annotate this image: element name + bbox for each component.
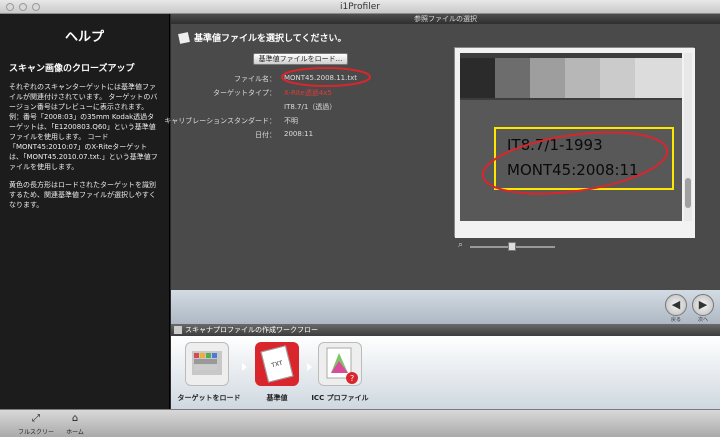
chevron-left-icon: ◀	[671, 298, 681, 311]
workflow-step-label: ターゲットをロード	[177, 394, 241, 402]
workflow-step-reference[interactable]: TXT	[255, 342, 299, 386]
field-value: 不明	[284, 117, 298, 125]
workflow-step-load-target[interactable]	[185, 342, 229, 386]
zoom-slider[interactable]: ⌕	[458, 240, 558, 252]
zoom-window-button[interactable]	[32, 3, 40, 11]
field-value: 2008:11	[284, 130, 314, 138]
home-button[interactable]: ⌂ ホーム	[62, 413, 88, 436]
zoom-slider-thumb[interactable]	[508, 242, 516, 251]
zoom-icon: ⌕	[458, 240, 464, 250]
back-button[interactable]: ◀	[665, 294, 687, 316]
workflow-steps: ターゲットをロード TXT 基準値 ? ICC プロファイル	[171, 336, 720, 409]
document-icon	[178, 32, 190, 44]
navigation-strip: ◀ 戻る ▶ 次へ	[171, 290, 720, 324]
help-paragraph-2: 黄色の長方形はロードされたターゲットを識別するため、関連基準値ファイルが選択しや…	[9, 181, 156, 209]
txt-file-icon: TXT	[260, 345, 294, 383]
help-panel: ヘルプ スキャン画像のクローズアップ それぞれのスキャンターゲットには基準値ファ…	[0, 14, 170, 409]
workflow-arrow	[242, 363, 247, 371]
next-label: 次へ	[698, 317, 709, 323]
field-label: ファイル名：	[234, 75, 276, 83]
target-chart-icon	[192, 351, 222, 375]
help-paragraph-1: それぞれのスキャンターゲットには基準値ファイルが関連付けされています。 ターゲッ…	[9, 83, 158, 171]
section-title: 基準値ファイルを選択してください。	[178, 31, 347, 44]
workflow-arrow	[307, 363, 312, 371]
section-title-text: 基準値ファイルを選択してください。	[194, 34, 347, 44]
svg-text:?: ?	[350, 374, 354, 383]
help-title: ヘルプ	[64, 30, 104, 45]
workflow-title: スキャナプロファイルの作成ワークフロー	[185, 326, 318, 334]
annotation-ellipse	[281, 67, 371, 87]
target-preview[interactable]: IT8.7/1-1993 MONT45:2008:11	[454, 47, 695, 238]
workflow-icon	[174, 326, 182, 334]
help-subtitle: スキャン画像のクローズアップ	[9, 64, 135, 74]
fullscreen-icon: ⤢	[32, 413, 40, 424]
field-label: 日付：	[255, 131, 276, 139]
field-value: IT8.7/1（透過）	[284, 103, 337, 111]
preview-text-line2: MONT45:2008:11	[507, 161, 639, 179]
icc-profile-icon: ?	[326, 347, 358, 384]
fullscreen-label: フルスクリーン	[17, 429, 54, 436]
bottom-toolbar: ⤢ フルスクリーン ⌂ ホーム	[0, 409, 720, 437]
minimize-window-button[interactable]	[19, 3, 27, 11]
field-label: ターゲットタイプ：	[213, 89, 276, 97]
close-window-button[interactable]	[6, 3, 14, 11]
workflow-step-icc-profile[interactable]: ?	[318, 342, 362, 386]
preview-scrollbar-thumb[interactable]	[685, 178, 691, 208]
main-panel: 基準値ファイルを選択してください。 基準値ファイルをロード... ファイル名： …	[164, 24, 720, 290]
chevron-right-icon: ▶	[698, 298, 708, 311]
back-label: 戻る	[671, 317, 682, 323]
workflow-title-bar: スキャナプロファイルの作成ワークフロー	[171, 324, 720, 336]
page-title: 参照ファイルの選択	[171, 14, 720, 24]
field-label: キャリブレーションスタンダード：	[164, 117, 276, 125]
target-preview-image: IT8.7/1-1993 MONT45:2008:11	[455, 48, 695, 238]
workflow-step-label: ICC プロファイル	[311, 394, 369, 402]
fullscreen-button[interactable]: ⤢ フルスクリーン	[16, 413, 56, 437]
next-button[interactable]: ▶	[692, 294, 714, 316]
field-value: X-Rite透過4x5	[284, 89, 332, 97]
window-titlebar: i1Profiler	[0, 0, 720, 14]
home-icon: ⌂	[71, 413, 79, 424]
workflow-step-label: 基準値	[266, 394, 288, 402]
window-title: i1Profiler	[340, 2, 380, 12]
home-label: ホーム	[66, 429, 84, 436]
